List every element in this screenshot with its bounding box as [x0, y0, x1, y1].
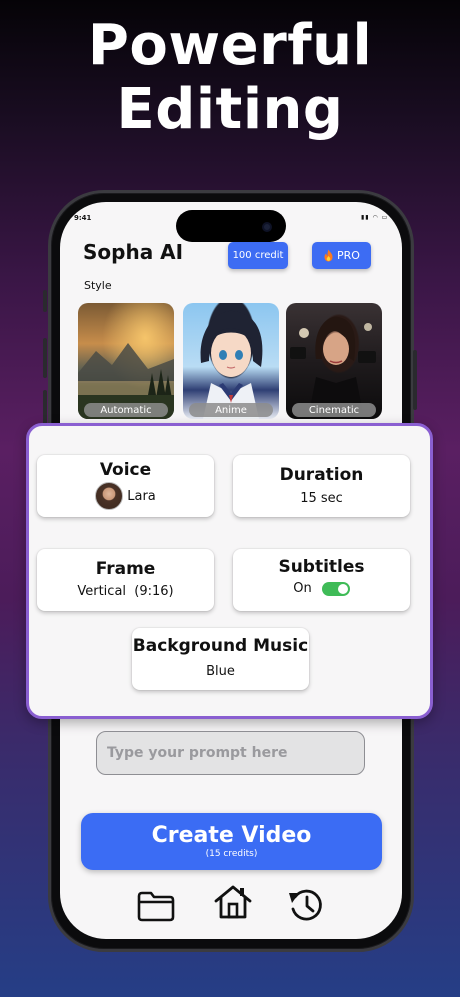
headline: Powerful Editing: [0, 14, 460, 142]
voice-value: Lara: [37, 482, 214, 510]
voice-setting-card[interactable]: Voice Lara: [37, 455, 214, 517]
settings-panel: Voice Lara Duration 15 sec Frame Vertica…: [26, 423, 433, 719]
subtitles-toggle[interactable]: [321, 581, 350, 596]
headline-line-2: Editing: [116, 77, 344, 142]
credit-button-label: 100 credit: [232, 250, 284, 261]
phone-side-button-right: [413, 350, 417, 410]
style-card-automatic[interactable]: Automatic: [78, 303, 174, 419]
subtitles-setting-card[interactable]: Subtitles On: [233, 549, 410, 611]
create-video-label: Create Video: [151, 823, 312, 848]
frame-title: Frame: [95, 559, 156, 579]
credit-button[interactable]: 100 credit: [228, 242, 288, 269]
status-time: 9:41: [74, 214, 92, 222]
home-icon[interactable]: [214, 884, 252, 920]
background-music-title: Background Music: [132, 636, 309, 656]
style-card-anime[interactable]: Anime: [183, 303, 279, 419]
anime-thumbnail: [200, 310, 263, 419]
phone-side-button-left-1: [43, 290, 47, 312]
prompt-input[interactable]: [96, 731, 365, 775]
style-card-caption: Automatic: [84, 403, 168, 417]
status-icons: ▮▮ ◠ ▭: [361, 214, 389, 221]
duration-setting-card[interactable]: Duration 15 sec: [233, 455, 410, 517]
style-card-caption: Cinematic: [292, 403, 376, 417]
background-music-value: Blue: [206, 664, 235, 679]
pro-button-label: PRO: [337, 249, 360, 262]
create-video-button[interactable]: Create Video (15 credits): [81, 813, 382, 870]
style-section-label: Style: [84, 279, 112, 292]
duration-value: 15 sec: [300, 491, 343, 506]
style-card-caption: Anime: [189, 403, 273, 417]
phone-side-button-left-2: [43, 338, 47, 378]
voice-title: Voice: [99, 460, 152, 480]
folder-icon[interactable]: [137, 890, 175, 922]
create-video-credits: (15 credits): [205, 849, 258, 859]
front-camera: [262, 222, 272, 232]
frame-value: Vertical (9:16): [77, 584, 174, 599]
style-card-cinematic[interactable]: Cinematic: [286, 303, 382, 419]
fire-icon: [324, 249, 333, 262]
duration-title: Duration: [279, 465, 364, 485]
avatar: [95, 482, 124, 510]
subtitles-value-label: On: [293, 581, 312, 596]
headline-line-1: Powerful: [87, 13, 373, 78]
subtitles-title: Subtitles: [278, 557, 365, 577]
background-music-setting-card[interactable]: Background Music Blue: [132, 628, 309, 690]
landscape-thumbnail: [78, 343, 174, 419]
app-brand: Sopha AI: [83, 240, 184, 264]
cinematic-thumbnail: [290, 316, 376, 419]
subtitles-value: On: [233, 581, 410, 596]
frame-setting-card[interactable]: Frame Vertical (9:16): [37, 549, 214, 611]
pro-button[interactable]: PRO: [312, 242, 371, 269]
voice-value-label: Lara: [127, 488, 156, 504]
history-icon[interactable]: [287, 887, 325, 923]
